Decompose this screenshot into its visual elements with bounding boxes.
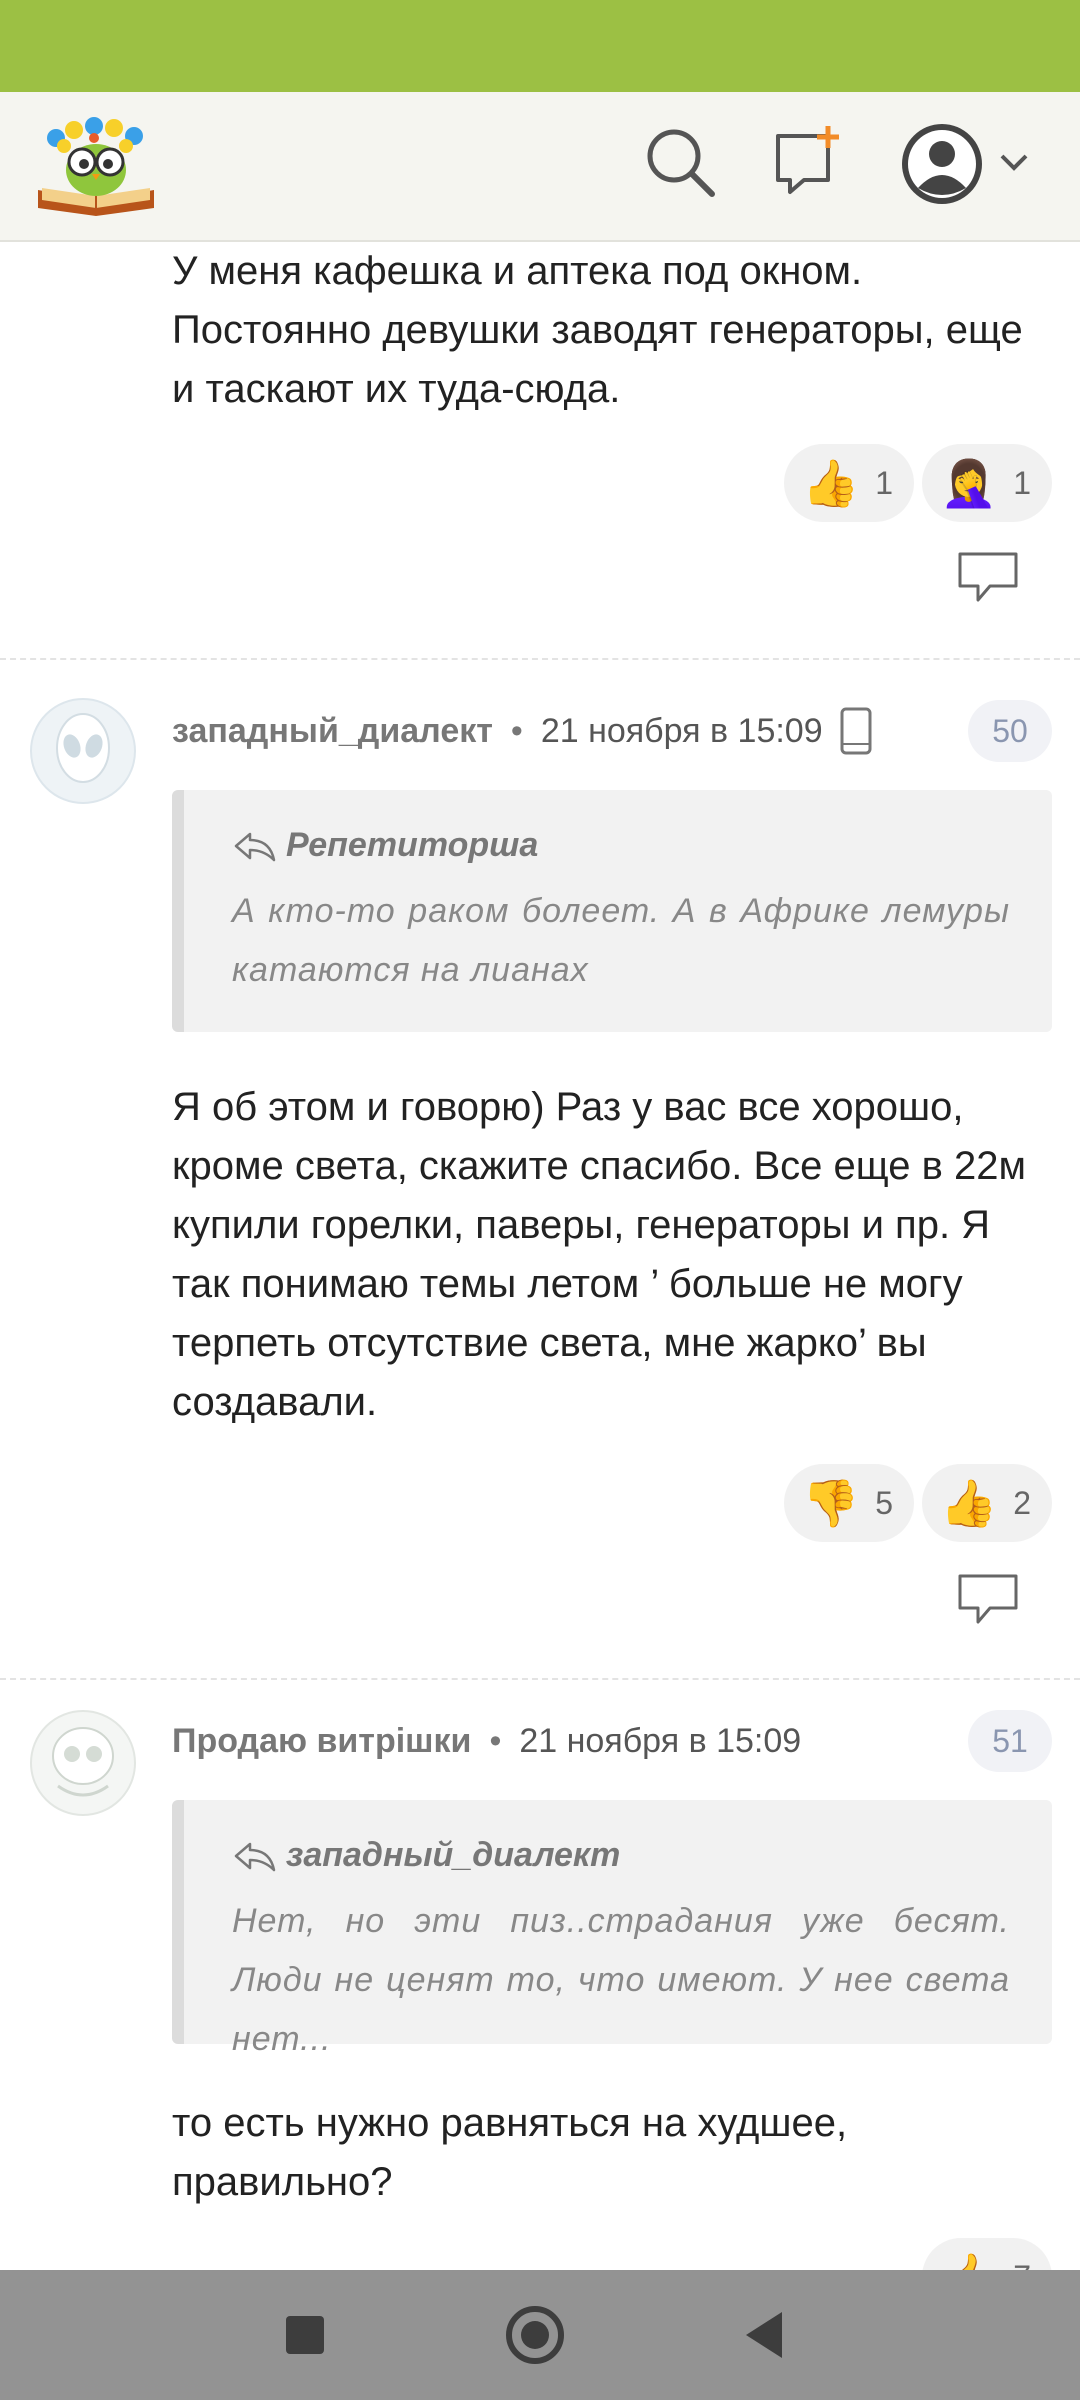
reaction-count: 1 xyxy=(1013,464,1032,501)
status-bar xyxy=(0,0,1080,92)
comment-meta: западный_диалект • 21 ноября в 15:09 xyxy=(172,706,873,756)
reaction-count: 7 xyxy=(1013,2259,1031,2271)
comment-divider xyxy=(0,1678,1080,1680)
quote-text: А кто-то раком болеет. А в Африке лемуры… xyxy=(232,892,1010,989)
reaction-chip[interactable]: 🤦‍♀️ 1 xyxy=(922,444,1052,522)
reaction-chip[interactable]: 👎 5 xyxy=(784,1464,914,1542)
quote-block: Репетиторша А кто-то раком болеет. А в А… xyxy=(172,790,1052,1032)
reply-icon[interactable] xyxy=(956,1570,1020,1630)
reaction-count: 5 xyxy=(875,1484,894,1521)
quote-author-line: Репетиторша xyxy=(232,826,538,865)
author-name[interactable]: Продаю витрішки xyxy=(172,1722,471,1761)
meta-separator: • xyxy=(510,711,523,750)
facepalm-icon: 🤦‍♀️ xyxy=(940,456,998,510)
comment-meta: Продаю витрішки • 21 ноября в 15:09 xyxy=(172,1716,801,1766)
mobile-phone-icon xyxy=(840,707,872,755)
user-menu-button[interactable] xyxy=(898,116,1038,212)
comments-feed[interactable]: У меня кафешка и аптека под окном. Посто… xyxy=(0,242,1080,2270)
comment-number-badge[interactable]: 51 xyxy=(968,1710,1052,1772)
reply-icon[interactable] xyxy=(956,548,1020,608)
reaction-chip[interactable]: 👍 1 xyxy=(784,444,914,522)
quote-text: Нет, но эти пиз..страдания уже бесят. Лю… xyxy=(232,1902,1010,2058)
comment-number-badge[interactable]: 50 xyxy=(968,700,1052,762)
quote-author[interactable]: западный_диалект xyxy=(286,1836,620,1875)
quote-author-line: западный_диалект xyxy=(232,1836,620,1875)
search-icon[interactable] xyxy=(640,122,720,202)
new-post-icon[interactable] xyxy=(770,122,850,202)
system-nav-bar xyxy=(0,2270,1080,2400)
comment-divider xyxy=(0,658,1080,660)
triangle-back-icon[interactable] xyxy=(730,2300,800,2370)
reaction-chip[interactable]: 👍 2 xyxy=(922,1464,1052,1542)
reaction-chip[interactable]: 👍 7 xyxy=(922,2238,1052,2270)
comment-text: Я об этом и говорю) Раз у вас все хорошо… xyxy=(172,1085,1026,1424)
meta-separator: • xyxy=(489,1721,502,1760)
quote-block: западный_диалект Нет, но эти пиз..страда… xyxy=(172,1800,1052,2058)
reaction-count: 1 xyxy=(875,464,894,501)
comment-date: 21 ноября в 15:09 xyxy=(519,1721,802,1760)
thumbs-up-icon: 👍 xyxy=(940,1476,998,1530)
comment-date: 21 ноября в 15:09 xyxy=(540,711,823,750)
thumbs-down-icon: 👎 xyxy=(802,1476,860,1530)
square-recents-icon[interactable] xyxy=(270,2300,340,2370)
quote-author[interactable]: Репетиторша xyxy=(286,826,538,865)
reply-arrow-icon xyxy=(234,832,276,861)
reaction-count: 2 xyxy=(1013,1484,1032,1521)
circle-home-icon[interactable] xyxy=(500,2300,570,2370)
thumbs-up-icon: 👍 xyxy=(802,456,860,510)
reply-arrow-icon xyxy=(234,1842,276,1871)
owl-on-book-logo[interactable] xyxy=(32,108,160,218)
comment-text: то есть нужно равняться на худшее, прави… xyxy=(172,2101,848,2204)
app-header xyxy=(0,92,1080,242)
thumbs-up-icon: 👍 xyxy=(940,2238,997,2270)
alien-avatar[interactable] xyxy=(28,696,138,806)
mask-avatar[interactable] xyxy=(28,1708,138,1818)
author-name[interactable]: западный_диалект xyxy=(172,712,493,751)
comment-text: У меня кафешка и аптека под окном. Посто… xyxy=(172,249,1023,411)
